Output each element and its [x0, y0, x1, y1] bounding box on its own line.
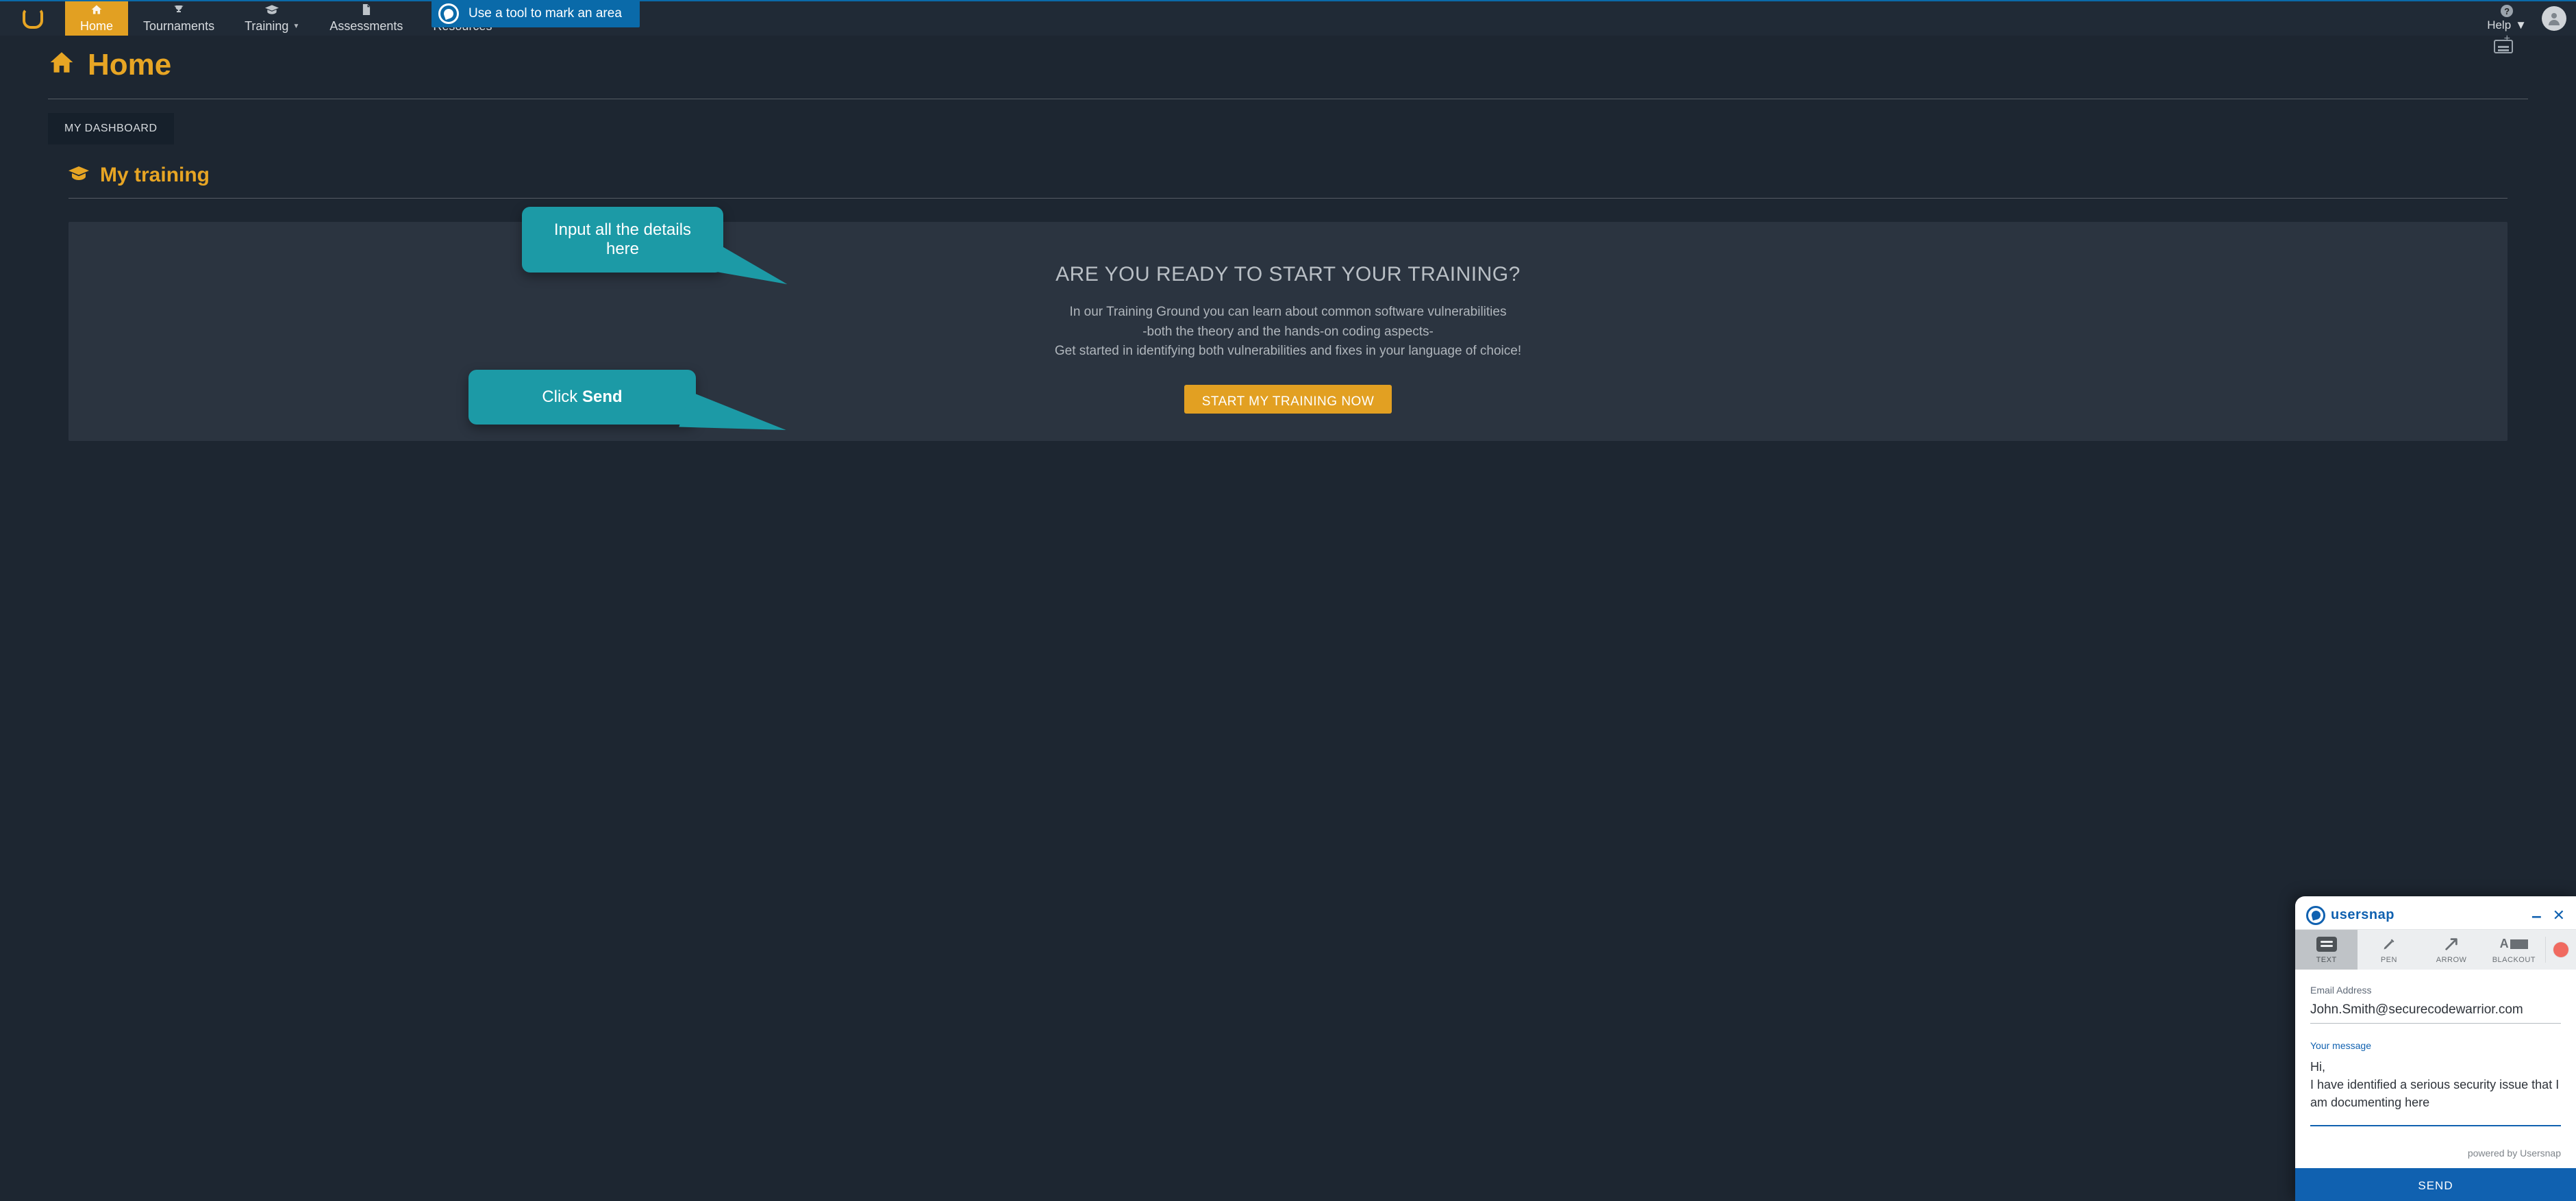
powered-by-text: powered by Usersnap [2295, 1135, 2576, 1168]
trophy-icon [173, 4, 185, 18]
message-textarea[interactable] [2310, 1055, 2561, 1126]
graduation-icon [68, 165, 89, 186]
annotation-text-bold: Send [582, 388, 623, 406]
usersnap-logo: usersnap [2306, 906, 2394, 925]
email-label: Email Address [2310, 985, 2561, 996]
page-title-text: Home [88, 48, 171, 82]
training-body: In our Training Ground you can learn abo… [96, 303, 2480, 362]
training-panel: ARE YOU READY TO START YOUR TRAINING? In… [68, 222, 2508, 441]
usersnap-toolbar: TEXT PEN ARROW A BLACKOUT [2295, 929, 2576, 970]
nav-label: Tournaments [143, 19, 214, 34]
close-button[interactable]: ✕ [2553, 907, 2565, 924]
tool-label: PEN [2381, 956, 2397, 964]
home-icon [48, 50, 75, 81]
pen-tool-icon [2382, 937, 2396, 952]
nav-training[interactable]: Training ▼ [229, 1, 314, 36]
email-input[interactable] [2310, 998, 2561, 1024]
document-icon [362, 4, 371, 18]
usersnap-logo-icon [438, 3, 459, 24]
divider [68, 198, 2508, 199]
usersnap-tool-banner: Use a tool to mark an area [432, 0, 640, 27]
annotation-text: here [542, 240, 703, 259]
tool-label: TEXT [2316, 956, 2337, 964]
training-line: Get started in identifying both vulnerab… [96, 342, 2480, 362]
section-my-training: My training ARE YOU READY TO START YOUR … [48, 164, 2528, 441]
training-line: -both the theory and the hands-on coding… [96, 323, 2480, 342]
page-title: Home [48, 48, 2528, 82]
record-icon [2553, 942, 2568, 957]
section-title-text: My training [100, 164, 210, 187]
arrow-tool-icon [2444, 937, 2459, 952]
tool-label: BLACKOUT [2492, 956, 2536, 964]
start-training-button[interactable]: START MY TRAINING NOW [1184, 385, 1392, 414]
nav-assessments[interactable]: Assessments [314, 1, 418, 36]
usersnap-panel: usersnap – ✕ TEXT PEN ARROW A BLA [2295, 896, 2576, 1201]
text-tool-icon [2316, 937, 2337, 952]
training-headline: ARE YOU READY TO START YOUR TRAINING? [96, 263, 2480, 286]
annotation-bubble-details: Input all the details here [522, 207, 723, 273]
graduation-icon [265, 4, 279, 18]
help-label: Help [2487, 18, 2511, 32]
tool-label: ARROW [2436, 956, 2467, 964]
blackout-tool-icon: A [2500, 937, 2529, 952]
tool-record[interactable] [2546, 930, 2576, 970]
tool-pen[interactable]: PEN [2358, 930, 2420, 970]
tool-blackout[interactable]: A BLACKOUT [2483, 930, 2545, 970]
tool-arrow[interactable]: ARROW [2421, 930, 2483, 970]
chevron-down-icon: ▼ [292, 23, 299, 30]
annotation-text: Click [542, 388, 582, 406]
send-button[interactable]: SEND [2295, 1168, 2576, 1201]
nav-label: Home [80, 19, 113, 34]
minimize-button[interactable]: – [2531, 912, 2541, 919]
tab-my-dashboard[interactable]: MY DASHBOARD [48, 113, 174, 144]
annotation-bubble-send: Click Send [468, 370, 696, 425]
nav-help[interactable]: ? Help ▼ [2479, 5, 2535, 32]
user-avatar[interactable] [2542, 6, 2566, 31]
question-icon: ? [2501, 5, 2513, 17]
top-nav: Home Tournaments Training▼ Assessments R… [0, 0, 2576, 36]
tool-banner-text: Use a tool to mark an area [468, 6, 622, 21]
nav-label: Assessments [329, 19, 403, 34]
message-label: Your message [2310, 1040, 2561, 1051]
nav-label: Training [245, 19, 288, 34]
keyboard-chip-icon[interactable] [2494, 40, 2513, 53]
usersnap-logo-icon [2306, 906, 2325, 925]
shield-logo-icon [23, 8, 43, 29]
annotation-text: Input all the details [554, 220, 691, 239]
usersnap-brand-text: usersnap [2331, 907, 2394, 923]
home-icon [90, 4, 103, 18]
training-line: In our Training Ground you can learn abo… [96, 303, 2480, 323]
page-body: Home MY DASHBOARD My training ARE YOU RE… [0, 36, 2576, 1201]
chevron-down-icon: ▼ [2515, 18, 2527, 32]
tool-text[interactable]: TEXT [2295, 930, 2358, 970]
nav-tournaments[interactable]: Tournaments [128, 1, 229, 36]
nav-home[interactable]: Home [65, 1, 128, 36]
tab-row: MY DASHBOARD [48, 113, 2528, 144]
brand-logo[interactable] [0, 1, 65, 36]
